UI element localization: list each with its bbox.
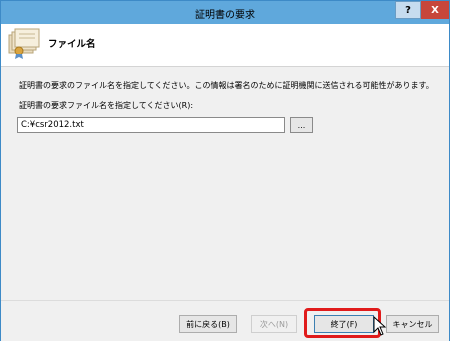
window-title: 証明書の要求 [195, 10, 255, 21]
header-title: ファイル名 [48, 39, 96, 50]
wizard-header: ファイル名 [1, 24, 449, 67]
next-button[interactable]: 次へ(N) [251, 315, 297, 333]
back-button[interactable]: 前に戻る(B) [179, 315, 237, 333]
file-name-label: 証明書の要求ファイル名を指定してください(R): [19, 101, 194, 110]
wizard-content: 証明書の要求のファイル名を指定してください。この情報は署名のために証明機関に送信… [1, 67, 449, 299]
dialog-window: 証明書の要求 ? X ファイル名 証明書の要求のファイル名を指定してください。こ… [0, 0, 450, 341]
cancel-button[interactable]: キャンセル [386, 315, 439, 333]
certificate-icon [8, 28, 40, 59]
title-bar[interactable]: 証明書の要求 ? X [1, 1, 449, 24]
browse-button[interactable]: ... [290, 117, 313, 133]
description-text: 証明書の要求のファイル名を指定してください。この情報は署名のために証明機関に送信… [19, 81, 434, 90]
mouse-cursor-icon [373, 316, 387, 336]
file-name-input[interactable] [17, 117, 285, 133]
help-button[interactable]: ? [395, 1, 421, 19]
highlight-frame [304, 308, 381, 338]
close-button[interactable]: X [421, 1, 449, 19]
